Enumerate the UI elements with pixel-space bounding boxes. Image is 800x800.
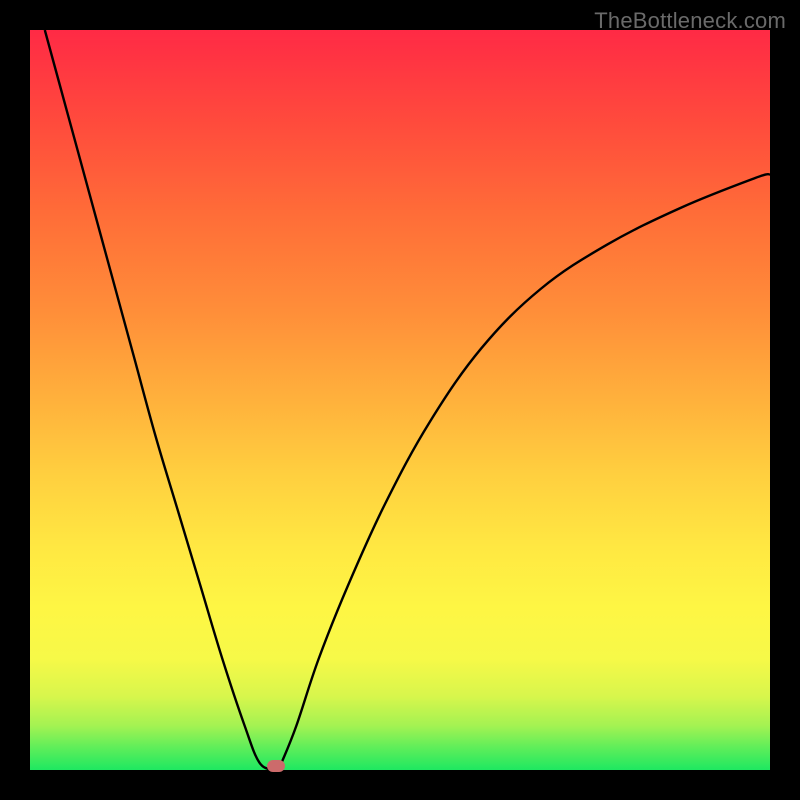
curve-right-branch [274, 174, 770, 770]
bottleneck-curve [30, 30, 770, 770]
chart-container: TheBottleneck.com [0, 0, 800, 800]
plot-area [30, 30, 770, 770]
minimum-marker [267, 760, 285, 772]
watermark-text: TheBottleneck.com [594, 8, 786, 34]
curve-left-branch [45, 30, 274, 770]
